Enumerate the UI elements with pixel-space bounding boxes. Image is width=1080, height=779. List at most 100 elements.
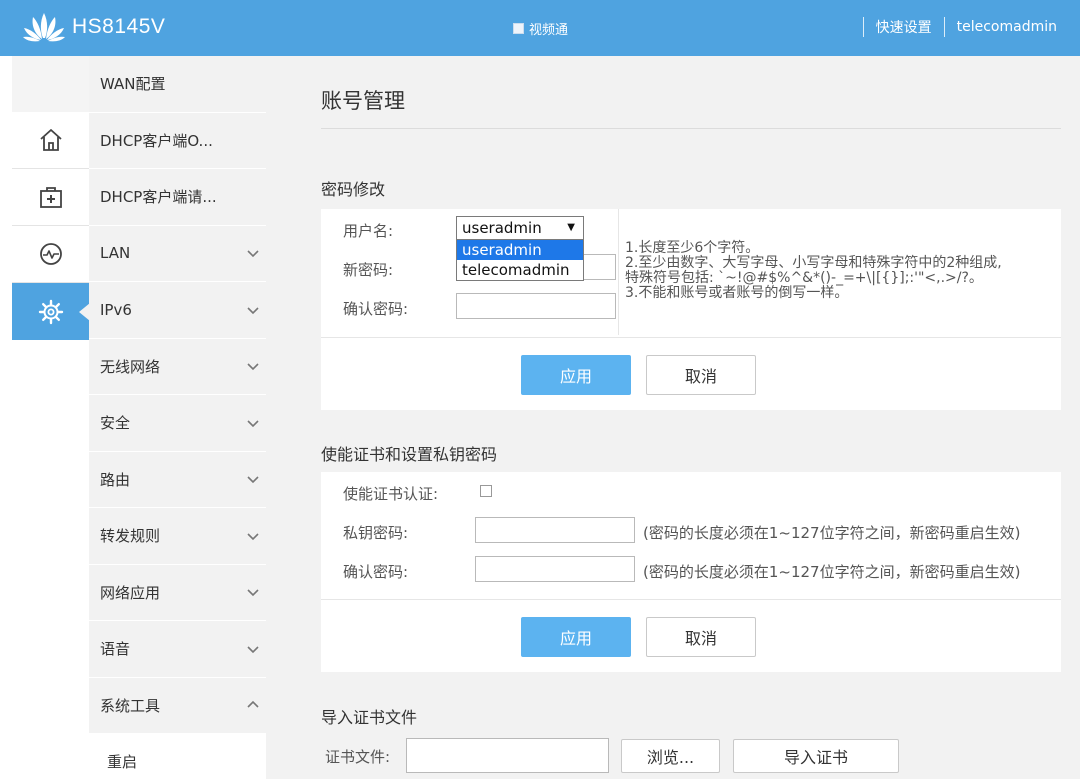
first-aid-kit-icon	[39, 187, 62, 208]
cancel-cert-button[interactable]: 取消	[646, 617, 756, 657]
private-key-input[interactable]	[475, 517, 635, 543]
submenu-label: 网络应用	[100, 583, 161, 602]
chevron-down-icon	[247, 250, 259, 258]
cert-file-input[interactable]	[406, 738, 609, 773]
gear-icon	[38, 299, 63, 324]
rail-item-status[interactable]	[12, 226, 89, 283]
submenu-item-routing[interactable]: 路由	[89, 452, 266, 508]
user-menu[interactable]: telecomadmin	[957, 19, 1057, 35]
rules-divider	[618, 209, 619, 335]
submenu-item-wireless[interactable]: 无线网络	[89, 339, 266, 395]
password-rules: 1.长度至少6个字符。 2.至少由数字、大写字母、小写字母和特殊字符中的2种组成…	[625, 241, 1055, 301]
title-divider	[321, 128, 1061, 129]
password-panel: 用户名: useradmin ▼ useradmin telecomadmin …	[321, 209, 1061, 410]
submenu-label: WAN配置	[100, 75, 166, 94]
submenu-item-security[interactable]: 安全	[89, 395, 266, 452]
submenu-label: LAN	[100, 244, 131, 263]
submenu-item-dhcp-client-option[interactable]: DHCP客户端O...	[89, 113, 266, 169]
submenu-label: 转发规则	[100, 527, 161, 546]
rail-item-home[interactable]	[12, 112, 89, 169]
rule-line: 特殊符号包括: `~!@#$%^&*()-_=+\|[{}];:'"<,.>/?…	[625, 270, 983, 286]
chevron-down-icon	[247, 476, 259, 484]
submenu-label: DHCP客户端请...	[100, 188, 217, 207]
submenu-label: 系统工具	[100, 696, 161, 715]
panel-divider	[321, 337, 1061, 338]
cert-confirm-label: 确认密码:	[343, 563, 409, 581]
huawei-logo-icon	[23, 13, 65, 42]
dropdown-arrow-icon: ▼	[567, 222, 575, 233]
brand-name: HS8145V	[72, 15, 166, 38]
submenu-item-system-tools[interactable]: 系统工具	[89, 678, 266, 734]
submenu-item-voice[interactable]: 语音	[89, 621, 266, 678]
top-right-nav: 快速设置 telecomadmin	[851, 17, 1080, 37]
username-select-value: useradmin	[462, 219, 542, 237]
top-bar: HS8145V 视频通 快速设置 telecomadmin	[0, 0, 1080, 56]
apply-cert-button[interactable]: 应用	[521, 617, 631, 657]
main-content: 账号管理 密码修改 用户名: useradmin ▼ useradmin tel…	[266, 56, 1080, 779]
rule-line: 2.至少由数字、大写字母、小写字母和特殊字符中的2种组成,	[625, 255, 1002, 271]
chevron-down-icon	[247, 589, 259, 597]
chevron-down-icon	[247, 307, 259, 314]
rail-item-settings[interactable]	[12, 283, 90, 340]
video-toggle[interactable]: 视频通	[513, 19, 568, 38]
submenu-item-lan[interactable]: LAN	[89, 226, 266, 282]
enable-cert-checkbox[interactable]	[480, 485, 492, 497]
submenu-label: 重启	[107, 753, 138, 772]
confirm-password-input[interactable]	[456, 293, 616, 319]
panel-divider	[321, 599, 1061, 600]
separator	[862, 17, 864, 37]
submenu-label: 语音	[100, 640, 131, 659]
separator	[943, 17, 945, 37]
rail-item-diagnose[interactable]	[12, 169, 89, 226]
rail-spacer	[12, 56, 89, 112]
username-dropdown: useradmin telecomadmin	[456, 239, 584, 281]
import-section-title: 导入证书文件	[321, 708, 418, 727]
dropdown-option[interactable]: telecomadmin	[457, 260, 583, 280]
video-label: 视频通	[529, 23, 569, 38]
home-icon	[39, 129, 62, 151]
import-cert-button[interactable]: 导入证书	[733, 739, 899, 773]
submenu-label: 路由	[100, 470, 131, 489]
rule-line: 1.长度至少6个字符。	[625, 240, 760, 256]
rule-line: 3.不能和账号或者账号的倒写一样。	[625, 285, 849, 301]
enable-cert-label: 使能证书认证:	[343, 485, 439, 503]
cert-file-label: 证书文件:	[325, 748, 391, 766]
submenu-item-ipv6[interactable]: IPv6	[89, 282, 266, 339]
dropdown-option[interactable]: useradmin	[457, 240, 583, 260]
new-password-label: 新密码:	[343, 261, 394, 279]
submenu-item-network-apps[interactable]: 网络应用	[89, 565, 266, 621]
apply-password-button[interactable]: 应用	[521, 355, 631, 395]
browse-button[interactable]: 浏览...	[621, 739, 720, 773]
chevron-down-icon	[247, 363, 259, 371]
quick-setup-link[interactable]: 快速设置	[876, 17, 932, 37]
chevron-down-icon	[247, 533, 259, 540]
confirm-password-label: 确认密码:	[343, 300, 409, 318]
username-label: 用户名:	[343, 222, 394, 240]
password-section-title: 密码修改	[321, 180, 386, 199]
settings-submenu: WAN配置 DHCP客户端O... DHCP客户端请... LAN IPv6 无…	[89, 56, 266, 779]
cert-confirm-hint: (密码的长度必须在1~127位字符之间，新密码重启生效)	[643, 563, 1021, 581]
username-select[interactable]: useradmin ▼	[456, 216, 584, 240]
page-title: 账号管理	[321, 89, 405, 113]
submenu-label: 安全	[100, 414, 131, 433]
submenu-item-wan[interactable]: WAN配置	[89, 56, 266, 113]
private-key-label: 私钥密码:	[343, 524, 409, 542]
chevron-up-icon	[247, 701, 259, 708]
heartbeat-gauge-icon	[39, 243, 62, 265]
submenu-item-forwarding[interactable]: 转发规则	[89, 508, 266, 565]
submenu-label: 无线网络	[100, 357, 161, 376]
cancel-password-button[interactable]: 取消	[646, 355, 756, 395]
submenu-item-dhcp-client-request[interactable]: DHCP客户端请...	[89, 169, 266, 226]
video-checkbox[interactable]	[513, 23, 524, 34]
submenu-label: DHCP客户端O...	[100, 131, 213, 150]
icon-rail	[12, 112, 90, 340]
submenu-label: IPv6	[100, 300, 132, 319]
brand: HS8145V	[22, 9, 165, 45]
private-key-hint: (密码的长度必须在1~127位字符之间，新密码重启生效)	[643, 524, 1021, 542]
cert-section-title: 使能证书和设置私钥密码	[321, 445, 498, 464]
submenu-item-reboot[interactable]: 重启	[89, 734, 266, 779]
cert-confirm-input[interactable]	[475, 556, 635, 582]
chevron-down-icon	[247, 420, 259, 427]
cert-panel: 使能证书认证: 私钥密码: (密码的长度必须在1~127位字符之间，新密码重启生…	[321, 472, 1061, 672]
chevron-down-icon	[247, 646, 259, 653]
